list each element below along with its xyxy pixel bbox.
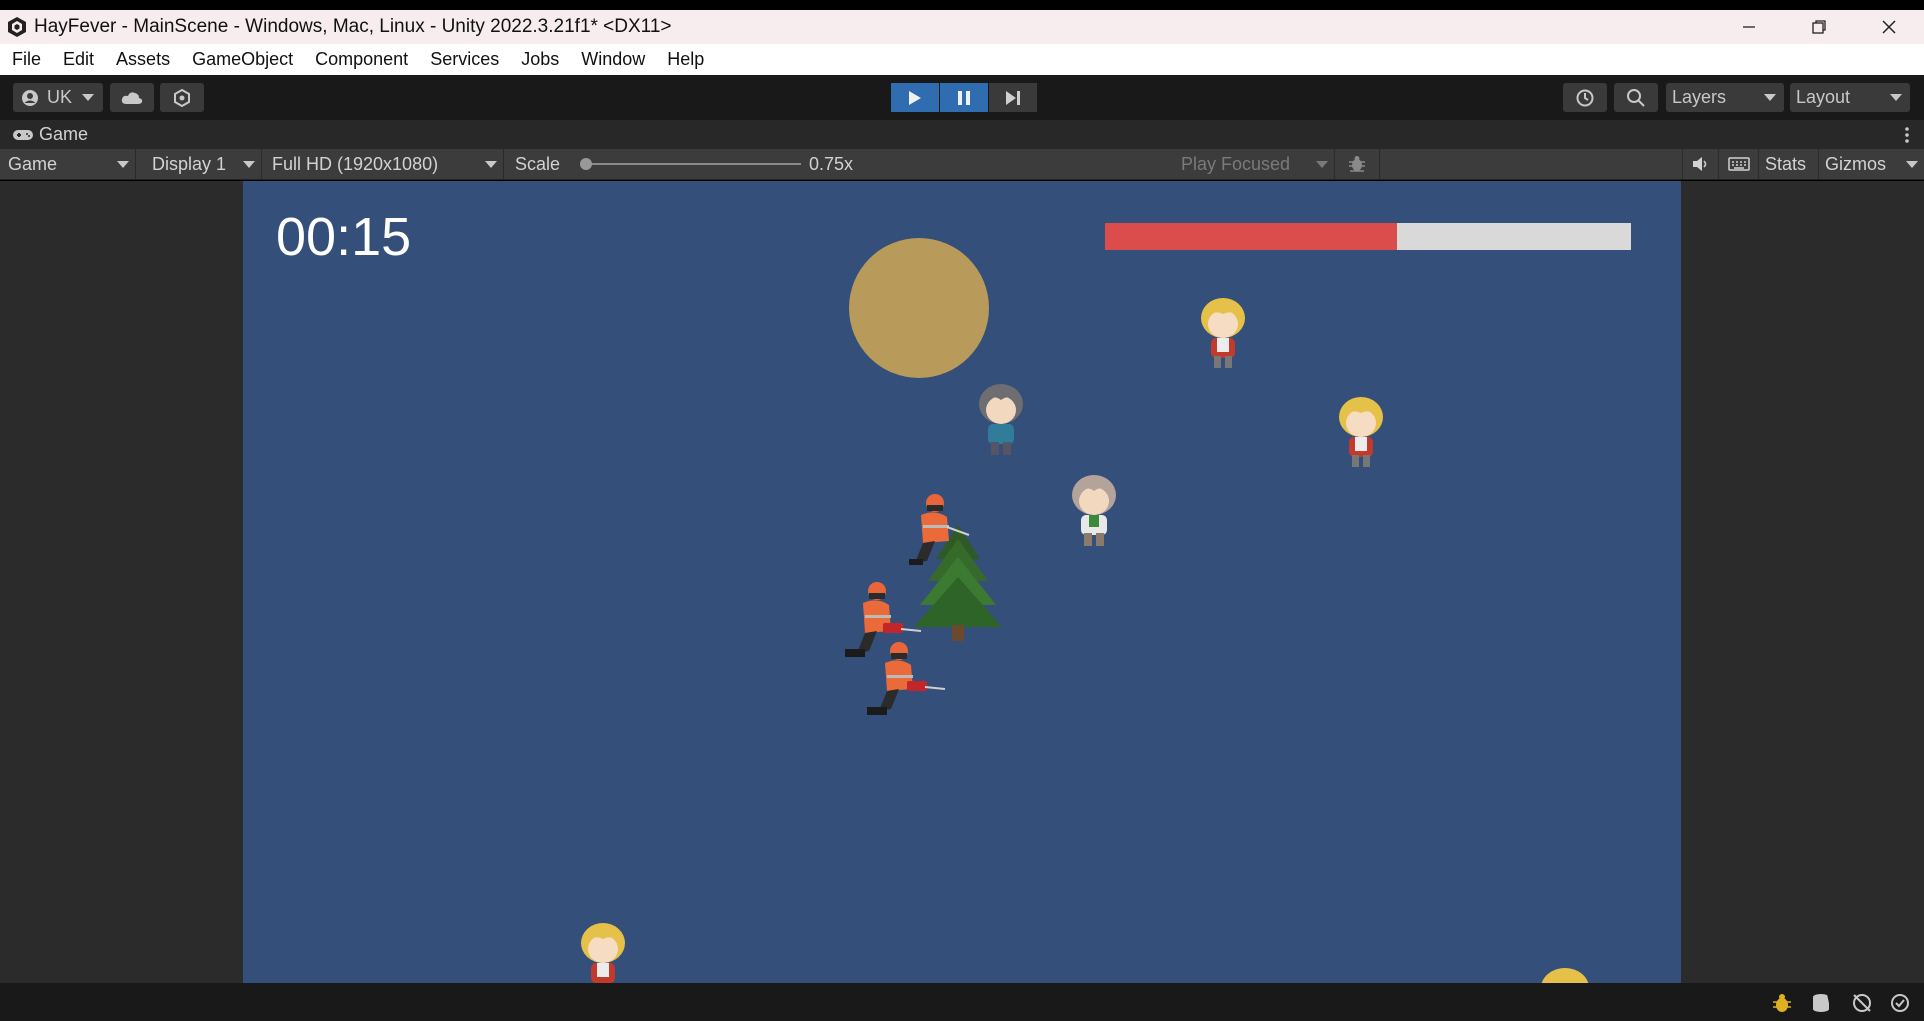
chevron-down-icon bbox=[243, 161, 255, 168]
checkmark-circle-icon[interactable] bbox=[1888, 992, 1912, 1014]
play-icon bbox=[909, 90, 921, 105]
game-view[interactable]: 00:15 bbox=[243, 181, 1681, 983]
mute-audio-button[interactable] bbox=[1683, 149, 1719, 179]
hay-progress-bar bbox=[1105, 223, 1631, 250]
view-mode-label: Game bbox=[8, 153, 58, 174]
keyboard-icon bbox=[1727, 157, 1750, 171]
pause-icon bbox=[958, 90, 970, 105]
tab-game[interactable]: Game bbox=[0, 124, 88, 145]
scale-slider-track[interactable] bbox=[581, 163, 801, 165]
chevron-down-icon bbox=[1906, 161, 1918, 168]
window-title: HayFever - MainScene - Windows, Mac, Lin… bbox=[34, 16, 672, 37]
history-icon bbox=[1576, 89, 1594, 106]
hay-progress-fill bbox=[1105, 223, 1397, 250]
stats-label: Stats bbox=[1765, 153, 1807, 174]
lumberjack-sprite bbox=[909, 494, 970, 565]
undo-history-button[interactable] bbox=[1563, 83, 1607, 112]
grey-haired-villager-sprite bbox=[979, 384, 1023, 455]
menu-component[interactable]: Component bbox=[315, 49, 408, 70]
menu-services[interactable]: Services bbox=[430, 49, 499, 70]
resolution-label: Full HD (1920x1080) bbox=[272, 153, 439, 174]
search-icon bbox=[1627, 88, 1645, 107]
cloud-button[interactable] bbox=[110, 83, 154, 112]
tab-game-label: Game bbox=[39, 124, 89, 144]
blonde-villager-sprite bbox=[581, 923, 625, 983]
blonde-villager-sprite bbox=[1339, 397, 1383, 467]
title-bar: HayFever - MainScene - Windows, Mac, Lin… bbox=[0, 10, 1924, 44]
hidden-packages-icon[interactable] bbox=[1850, 992, 1874, 1014]
gizmos-label: Gizmos bbox=[1825, 153, 1887, 174]
minimize-button[interactable] bbox=[1714, 10, 1784, 44]
account-label: UK bbox=[47, 87, 73, 107]
play-button[interactable] bbox=[891, 83, 939, 112]
shortcuts-button[interactable] bbox=[1719, 149, 1759, 179]
status-bar bbox=[0, 983, 1924, 1021]
resolution-dropdown[interactable]: Full HD (1920x1080) bbox=[264, 149, 504, 179]
panel-tab-row: Game bbox=[0, 120, 1924, 149]
sun-circle bbox=[849, 238, 989, 378]
gizmos-dropdown[interactable]: Gizmos bbox=[1819, 149, 1924, 179]
game-view-toolbar: Game Display 1 Full HD (1920x1080) Scale… bbox=[0, 149, 1924, 180]
more-options-icon[interactable] bbox=[1904, 127, 1910, 143]
speaker-icon bbox=[1692, 157, 1706, 171]
brown-haired-villager-sprite bbox=[1072, 475, 1116, 546]
menu-window[interactable]: Window bbox=[581, 49, 645, 70]
chevron-down-icon bbox=[117, 161, 129, 168]
stats-button[interactable]: Stats bbox=[1759, 149, 1819, 179]
close-icon bbox=[1882, 20, 1896, 34]
layers-dropdown[interactable]: Layers bbox=[1666, 83, 1784, 112]
lumberjack-sprite bbox=[867, 642, 946, 715]
chevron-down-icon bbox=[485, 161, 497, 168]
package-hexagon-icon bbox=[174, 88, 190, 107]
layout-dropdown[interactable]: Layout bbox=[1790, 83, 1910, 112]
minimize-icon bbox=[1743, 26, 1755, 28]
layout-label: Layout bbox=[1796, 87, 1851, 107]
play-controls bbox=[891, 83, 1038, 112]
play-mode-label: Play Focused bbox=[1181, 153, 1291, 174]
menu-assets[interactable]: Assets bbox=[116, 49, 170, 70]
collab-button[interactable] bbox=[160, 83, 204, 112]
chevron-down-icon bbox=[1316, 161, 1328, 168]
scale-control: Scale 0.75x bbox=[507, 149, 1173, 179]
cache-server-icon[interactable] bbox=[1810, 992, 1834, 1014]
bug-icon bbox=[1349, 156, 1365, 172]
scale-slider-handle[interactable] bbox=[580, 158, 592, 170]
menu-edit[interactable]: Edit bbox=[63, 49, 94, 70]
display-dropdown[interactable]: Display 1 bbox=[144, 149, 262, 179]
blonde-villager-sprite bbox=[1541, 968, 1589, 983]
main-toolbar: UK Layers Layout bbox=[0, 75, 1924, 120]
menu-gameobject[interactable]: GameObject bbox=[192, 49, 293, 70]
restore-button[interactable] bbox=[1784, 10, 1854, 44]
pause-button[interactable] bbox=[940, 83, 988, 112]
search-button[interactable] bbox=[1614, 83, 1658, 112]
step-button[interactable] bbox=[989, 83, 1037, 112]
chevron-down-icon bbox=[82, 94, 95, 101]
scale-value: 0.75x bbox=[809, 153, 854, 174]
account-dropdown[interactable]: UK bbox=[13, 83, 103, 112]
account-icon bbox=[22, 89, 38, 106]
step-forward-icon bbox=[1006, 90, 1020, 105]
blonde-villager-sprite bbox=[1201, 298, 1245, 368]
game-timer: 00:15 bbox=[276, 207, 412, 267]
restore-icon bbox=[1812, 20, 1826, 34]
unity-logo-icon bbox=[8, 17, 26, 37]
menu-bar: File Edit Assets GameObject Component Se… bbox=[0, 44, 1924, 75]
menu-jobs[interactable]: Jobs bbox=[521, 49, 559, 70]
view-mode-dropdown[interactable]: Game bbox=[0, 149, 136, 179]
scale-label: Scale bbox=[515, 153, 561, 174]
menu-help[interactable]: Help bbox=[667, 49, 704, 70]
gamebar-spacer bbox=[1380, 149, 1683, 179]
layers-label: Layers bbox=[1672, 87, 1727, 107]
gamepad-icon bbox=[13, 129, 33, 140]
debug-button[interactable] bbox=[1335, 149, 1380, 179]
display-label: Display 1 bbox=[152, 153, 227, 174]
play-mode-dropdown[interactable]: Play Focused bbox=[1173, 149, 1335, 179]
chevron-down-icon bbox=[1764, 94, 1776, 101]
close-button[interactable] bbox=[1854, 10, 1924, 44]
cloud-icon bbox=[121, 91, 143, 104]
menu-file[interactable]: File bbox=[12, 49, 41, 70]
debugger-bug-icon[interactable] bbox=[1770, 992, 1794, 1014]
chevron-down-icon bbox=[1890, 94, 1902, 101]
